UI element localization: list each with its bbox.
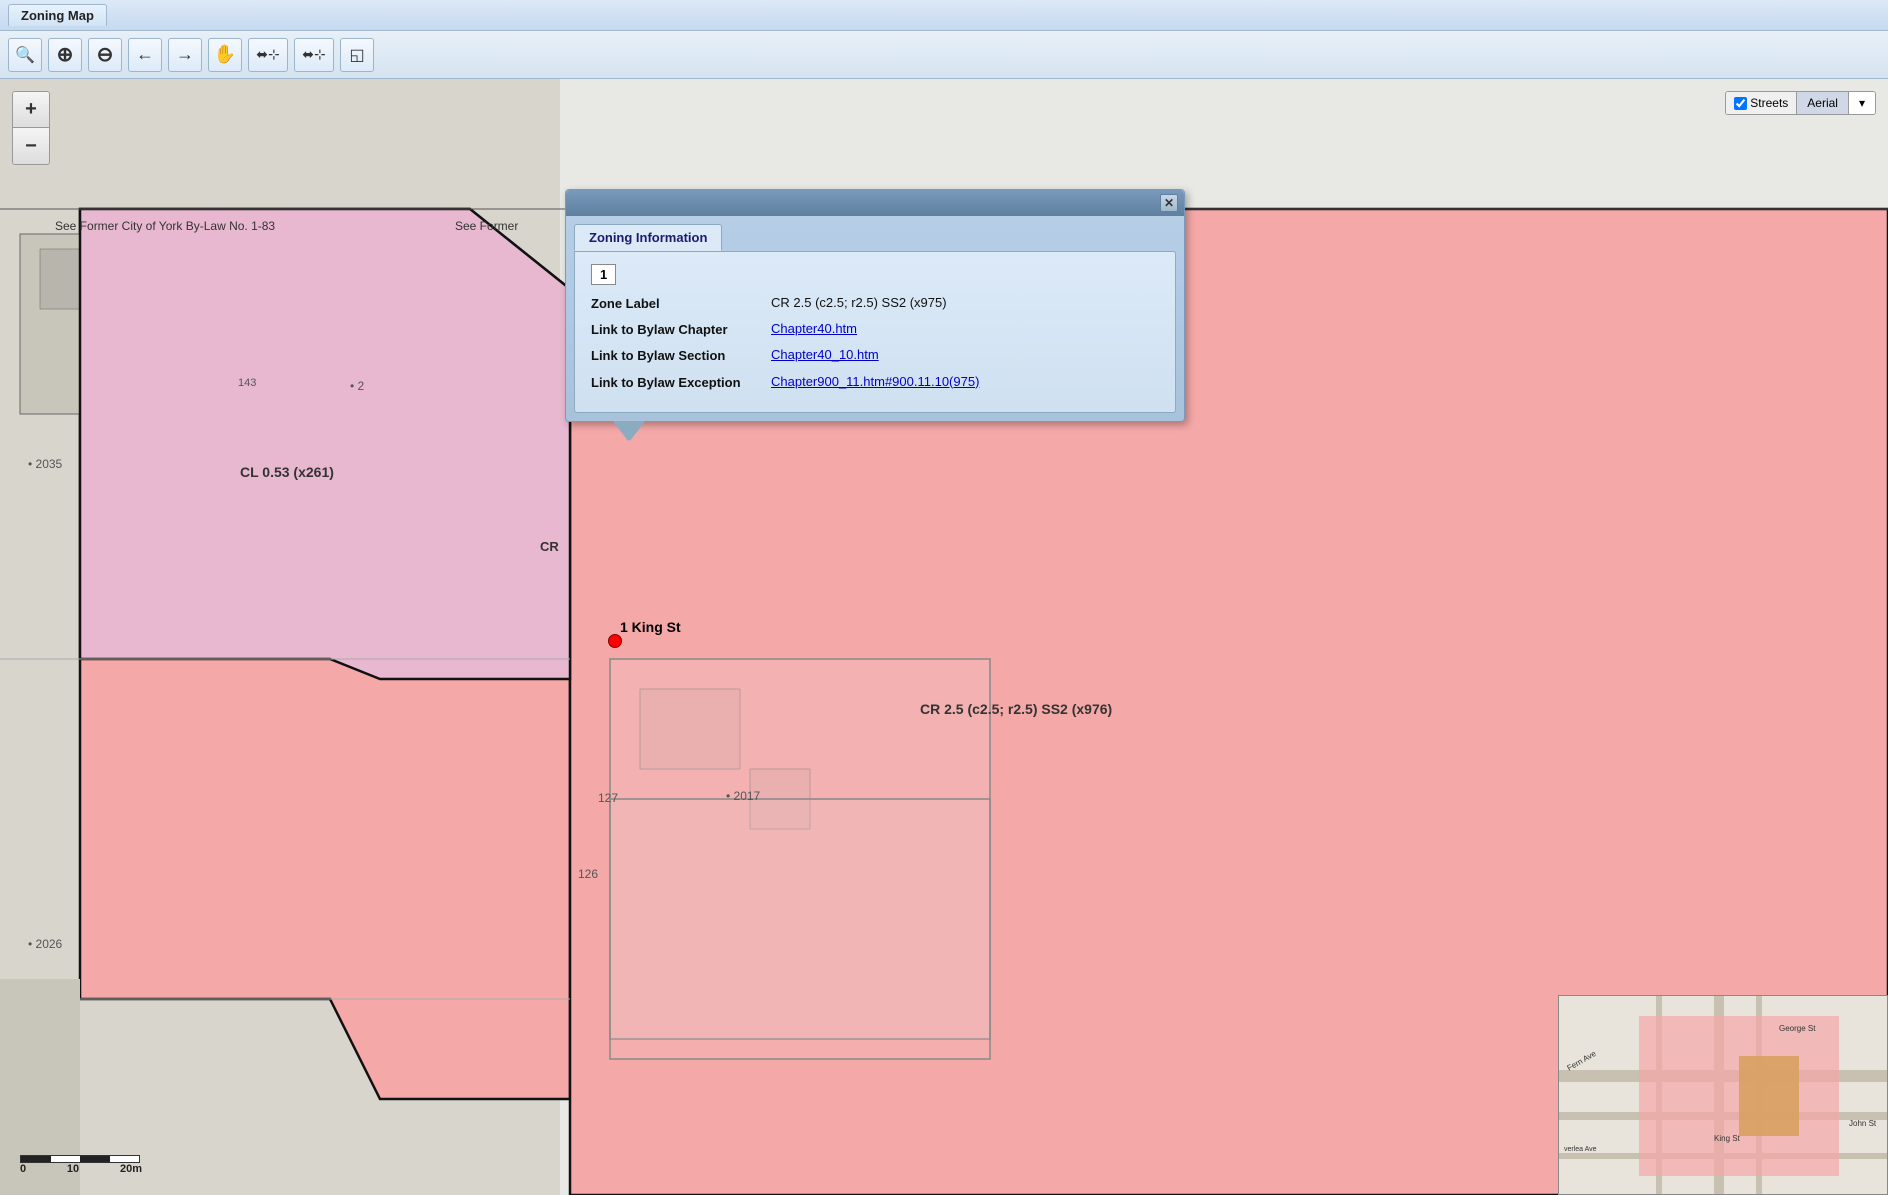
forward-tool-btn[interactable]: → [168,38,202,72]
zoom-controls: + − [12,91,50,165]
zone-label-value: CR 2.5 (c2.5; r2.5) SS2 (x975) [771,295,1159,313]
title-bar: Zoning Map [0,0,1888,31]
popup-close-button[interactable]: ✕ [1160,194,1178,212]
forward-icon: → [176,44,194,65]
info-row-bylaw-exception: Link to Bylaw Exception Chapter900_11.ht… [591,374,1159,392]
svg-text:John St: John St [1849,1119,1877,1128]
bylaw-chapter-value: Chapter40.htm [771,321,1159,339]
popup-tab-bar: Zoning Information [574,224,1176,251]
mini-map[interactable]: Fern Ave George St King St John St verle… [1558,995,1888,1195]
search-icon: 🔍 [15,45,35,65]
bylaw-section-key: Link to Bylaw Section [591,347,771,365]
bylaw-exception-value: Chapter900_11.htm#900.11.10(975) [771,374,1159,392]
map-label-cr2-5-x976: CR 2.5 (c2.5; r2.5) SS2 (x976) [920,701,1112,717]
svg-text:King St: King St [1714,1134,1741,1143]
zoom-in-icon: ⊕ [57,42,74,67]
map-label-2035: • 2035 [28,457,62,471]
popup-window: ✕ Zoning Information 1 Zone Label CR 2.5… [565,189,1185,422]
app-title-tab[interactable]: Zoning Map [8,4,107,26]
measure-distance-icon: ⬌⊹ [256,46,279,63]
map-label-2: • 2 [350,379,364,393]
bylaw-chapter-key: Link to Bylaw Chapter [591,321,771,339]
map-label-cl053: CL 0.53 (x261) [240,464,334,480]
info-row-bylaw-chapter: Link to Bylaw Chapter Chapter40.htm [591,321,1159,339]
svg-text:George St: George St [1779,1024,1816,1033]
scale-label-0: 0 [20,1163,26,1175]
streets-checkbox[interactable] [1734,97,1747,110]
info-row-bylaw-section: Link to Bylaw Section Chapter40_10.htm [591,347,1159,365]
zoom-out-icon: ⊖ [97,42,114,67]
toolbar: 🔍 ⊕ ⊖ ← → ✋ ⬌⊹ ⬌⊹ ◱ [0,31,1888,79]
record-badge: 1 [591,264,616,285]
measure-area-btn[interactable]: ⬌⊹ [294,38,334,72]
bylaw-section-link[interactable]: Chapter40_10.htm [771,347,879,362]
measure-distance-btn[interactable]: ⬌⊹ [248,38,288,72]
bylaw-exception-link[interactable]: Chapter900_11.htm#900.11.10(975) [771,374,979,389]
zone-label-key: Zone Label [591,295,771,313]
pan-tool-btn[interactable]: ✋ [208,38,242,72]
map-label-cr: CR [540,539,559,554]
popup-titlebar: ✕ [566,190,1184,216]
info-row-zone-label: Zone Label CR 2.5 (c2.5; r2.5) SS2 (x975… [591,295,1159,313]
scale-label-10: 10 [67,1163,79,1175]
measure-area-icon: ⬌⊹ [302,46,325,63]
zoom-out-tool-btn[interactable]: ⊖ [88,38,122,72]
popup-body: Zoning Information 1 Zone Label CR 2.5 (… [566,216,1184,421]
bylaw-chapter-link[interactable]: Chapter40.htm [771,321,857,336]
map-label-2017: • 2017 [726,789,760,803]
map-label-143: 143 [238,377,256,389]
tab-zoning-information[interactable]: Zoning Information [574,224,722,251]
streets-label: Streets [1750,96,1788,110]
pan-icon: ✋ [214,44,236,65]
popup-callout-arrow [565,421,1185,441]
info-popup: ✕ Zoning Information 1 Zone Label CR 2.5… [565,189,1185,441]
map-label-2026: • 2026 [28,937,62,951]
bylaw-section-value: Chapter40_10.htm [771,347,1159,365]
layer-toggle: Streets Aerial ▾ [1725,91,1876,115]
zoom-out-button[interactable]: − [13,128,49,164]
back-icon: ← [136,44,154,65]
streets-checkbox-container[interactable]: Streets [1726,92,1797,114]
map-label-126: 126 [578,867,598,881]
erase-icon: ◱ [349,45,364,65]
erase-tool-btn[interactable]: ◱ [340,38,374,72]
scale-label-20m: 20m [120,1163,142,1175]
location-label: 1 King St [620,619,681,635]
map-label-127: 127 [598,791,618,805]
map-annotation-york-bylaw: See Former City of York By-Law No. 1-83 [55,219,275,233]
popup-content: 1 Zone Label CR 2.5 (c2.5; r2.5) SS2 (x9… [574,251,1176,413]
back-tool-btn[interactable]: ← [128,38,162,72]
svg-text:verlea Ave: verlea Ave [1564,1146,1597,1153]
map-area[interactable]: + − Streets Aerial ▾ See Former City of … [0,79,1888,1195]
scale-bar: 0 10 20m [20,1155,142,1175]
map-annotation-former: See Former [455,219,518,233]
search-tool-btn[interactable]: 🔍 [8,38,42,72]
zoom-in-tool-btn[interactable]: ⊕ [48,38,82,72]
zoom-in-button[interactable]: + [13,92,49,128]
mini-map-inner: Fern Ave George St King St John St verle… [1559,996,1887,1194]
aerial-dropdown[interactable]: ▾ [1849,92,1875,114]
bylaw-exception-key: Link to Bylaw Exception [591,374,771,392]
aerial-button[interactable]: Aerial [1797,92,1849,114]
location-marker [608,634,622,648]
